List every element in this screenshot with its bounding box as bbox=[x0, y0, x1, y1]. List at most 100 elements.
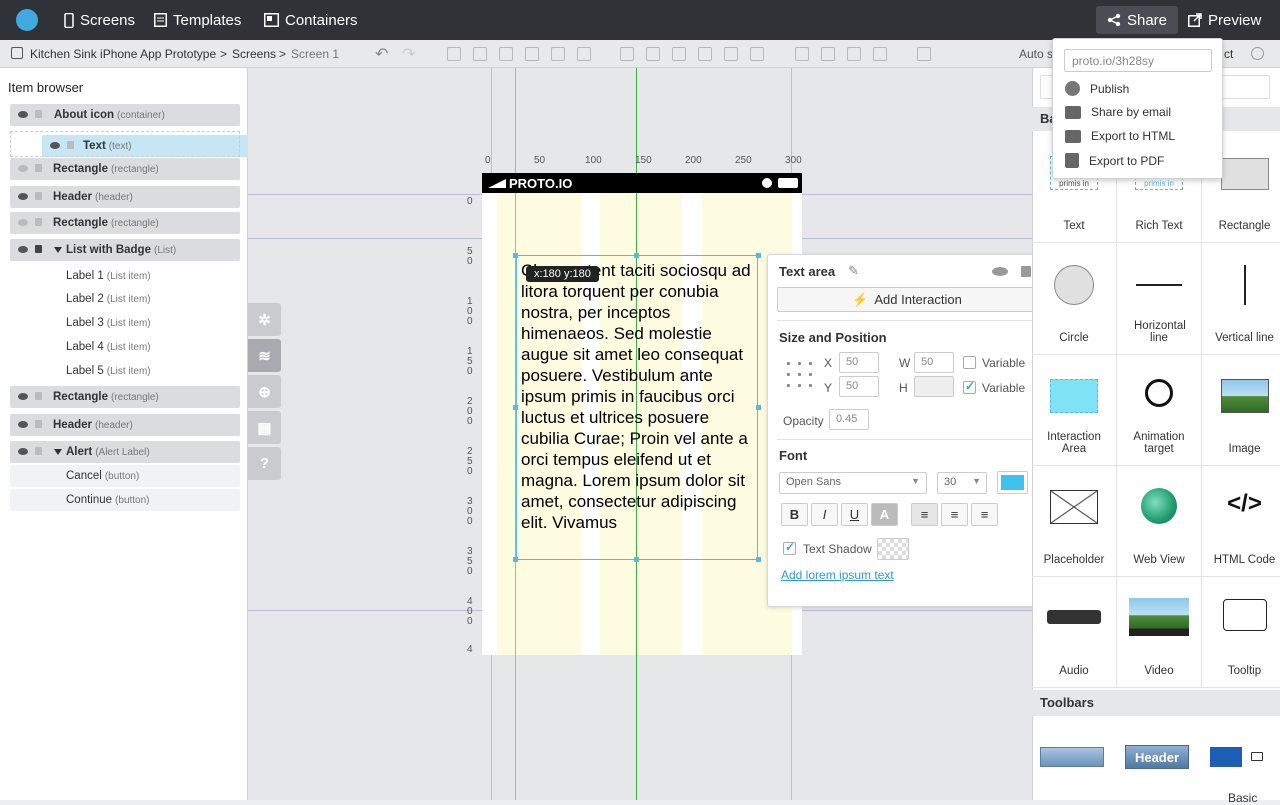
expand-icon[interactable] bbox=[54, 247, 62, 253]
component-placeholder[interactable]: Placeholder bbox=[1032, 466, 1117, 577]
help-tool[interactable]: ? bbox=[248, 447, 281, 480]
text-area-content[interactable]: Class aptent taciti sociosqu ad litora t… bbox=[521, 260, 757, 533]
eye-icon[interactable] bbox=[18, 219, 28, 226]
variable-width-checkbox[interactable] bbox=[963, 356, 976, 369]
undo-icon[interactable]: ↶ bbox=[375, 44, 388, 64]
fit-icon[interactable] bbox=[917, 47, 931, 61]
resize-handle[interactable] bbox=[634, 253, 639, 258]
layer-continue[interactable]: Continue (button) bbox=[10, 489, 240, 511]
templates-nav[interactable]: Templates bbox=[154, 0, 241, 40]
layer-label-5[interactable]: Label 5 (List item) bbox=[10, 360, 240, 382]
proto-logo-icon[interactable] bbox=[16, 9, 38, 31]
group-icon[interactable] bbox=[795, 47, 809, 61]
toolbar-basic-home[interactable] bbox=[1210, 747, 1242, 767]
share-menu-export-pdf[interactable]: Export to PDF bbox=[1065, 153, 1164, 168]
opacity-input[interactable]: 0.45 bbox=[829, 409, 869, 430]
component-html-code[interactable]: </> HTML Code bbox=[1202, 466, 1280, 577]
resize-handle[interactable] bbox=[513, 557, 518, 562]
italic-button[interactable]: I bbox=[811, 503, 838, 526]
eye-icon[interactable] bbox=[18, 165, 28, 172]
share-menu-email[interactable]: Share by email bbox=[1065, 105, 1171, 119]
anchor-grid-icon[interactable] bbox=[783, 358, 815, 390]
match-height-icon[interactable] bbox=[750, 47, 764, 61]
preview-button[interactable]: Preview bbox=[1188, 0, 1261, 40]
component-tooltip[interactable]: Tooltip bbox=[1202, 577, 1280, 688]
layer-header[interactable]: Header (header) bbox=[10, 414, 240, 436]
send-back-icon[interactable] bbox=[873, 47, 887, 61]
toolbar-plain[interactable] bbox=[1040, 747, 1104, 767]
add-interaction-button[interactable]: ⚡ Add Interaction bbox=[777, 287, 1037, 312]
component-circle[interactable]: Circle bbox=[1032, 244, 1117, 355]
layer-rectangle[interactable]: Rectangle (rectangle) bbox=[10, 212, 240, 234]
containers-nav[interactable]: Containers bbox=[264, 0, 358, 40]
layer-cancel[interactable]: Cancel (button) bbox=[10, 465, 240, 487]
align-middle-icon[interactable] bbox=[551, 47, 565, 61]
visibility-icon[interactable] bbox=[992, 267, 1008, 276]
settings-tool[interactable]: ✲ bbox=[248, 303, 281, 336]
lock-icon[interactable] bbox=[35, 164, 42, 172]
layer-rectangle[interactable]: Rectangle (rectangle) bbox=[10, 386, 240, 408]
w-input[interactable]: 50 bbox=[914, 352, 954, 373]
eye-icon[interactable] bbox=[18, 246, 28, 253]
align-right-button[interactable]: ≡ bbox=[971, 503, 998, 526]
align-right-icon[interactable] bbox=[499, 47, 513, 61]
component-web-view[interactable]: Web View bbox=[1117, 466, 1202, 577]
match-width-icon[interactable] bbox=[724, 47, 738, 61]
y-input[interactable]: 50 bbox=[839, 376, 879, 397]
history-icon[interactable] bbox=[1251, 47, 1264, 60]
lock-icon[interactable] bbox=[35, 192, 42, 200]
bold-button[interactable]: B bbox=[781, 503, 808, 526]
align-left-icon[interactable] bbox=[447, 47, 461, 61]
share-button[interactable]: Share bbox=[1096, 6, 1178, 34]
lock-icon[interactable] bbox=[35, 245, 42, 253]
expand-icon[interactable] bbox=[54, 449, 62, 455]
component-animation-target[interactable]: Animation target bbox=[1117, 355, 1202, 466]
zoom-tool[interactable]: ⊕ bbox=[248, 375, 281, 408]
component-audio[interactable]: Audio bbox=[1032, 577, 1117, 688]
eye-icon[interactable] bbox=[18, 421, 28, 428]
toolbars-section-header[interactable]: Toolbars bbox=[1032, 690, 1280, 716]
lock-icon[interactable] bbox=[35, 420, 42, 428]
resize-handle[interactable] bbox=[513, 253, 518, 258]
eye-icon[interactable] bbox=[18, 393, 28, 400]
layer-alert[interactable]: Alert (Alert Label) bbox=[10, 441, 240, 463]
lock-icon[interactable] bbox=[35, 447, 42, 455]
variable-height-checkbox[interactable] bbox=[963, 379, 976, 394]
layer-about-icon[interactable]: About icon (container) bbox=[10, 104, 240, 126]
eye-icon[interactable] bbox=[18, 111, 28, 118]
resize-handle[interactable] bbox=[756, 253, 761, 258]
toolbar-header[interactable]: Header bbox=[1125, 745, 1189, 769]
layers-tool[interactable]: ≋ bbox=[248, 339, 281, 372]
layer-list-with-badge[interactable]: List with Badge (List) bbox=[10, 239, 240, 261]
align-bottom-icon[interactable] bbox=[577, 47, 591, 61]
redo-icon[interactable]: ↷ bbox=[402, 44, 415, 64]
lock-icon[interactable] bbox=[35, 110, 42, 118]
share-url-input[interactable]: proto.io/3h28sy bbox=[1064, 49, 1212, 72]
layer-header[interactable]: Header (header) bbox=[10, 186, 240, 208]
eye-icon[interactable] bbox=[18, 448, 28, 455]
font-family-select[interactable]: Open Sans ▼ bbox=[779, 472, 927, 494]
lock-icon[interactable] bbox=[35, 218, 42, 226]
eye-icon[interactable] bbox=[18, 193, 28, 200]
lock-icon[interactable] bbox=[35, 392, 42, 400]
align-center-icon[interactable] bbox=[473, 47, 487, 61]
component-image[interactable]: Image bbox=[1202, 355, 1280, 466]
ungroup-icon[interactable] bbox=[821, 47, 835, 61]
layer-label-1[interactable]: Label 1 (List item) bbox=[10, 265, 240, 287]
text-shadow-checkbox[interactable] bbox=[783, 540, 796, 555]
resize-handle[interactable] bbox=[756, 557, 761, 562]
grid-tool[interactable]: ▦ bbox=[248, 411, 281, 444]
distribute-h-icon[interactable] bbox=[620, 47, 634, 61]
resize-handle[interactable] bbox=[513, 405, 518, 410]
distribute-v-icon[interactable] bbox=[646, 47, 660, 61]
breadcrumb-project[interactable]: Kitchen Sink iPhone App Prototype bbox=[30, 47, 216, 61]
space-v-icon[interactable] bbox=[698, 47, 712, 61]
layer-rectangle[interactable]: Rectangle (rectangle) bbox=[10, 158, 240, 180]
align-left-button[interactable]: ≡ bbox=[911, 503, 938, 526]
align-center-button[interactable]: ≡ bbox=[941, 503, 968, 526]
shadow-color-swatch[interactable] bbox=[877, 538, 909, 560]
align-top-icon[interactable] bbox=[525, 47, 539, 61]
x-input[interactable]: 50 bbox=[839, 352, 879, 373]
font-color-swatch[interactable] bbox=[997, 471, 1028, 494]
lock-icon[interactable] bbox=[1021, 266, 1031, 277]
